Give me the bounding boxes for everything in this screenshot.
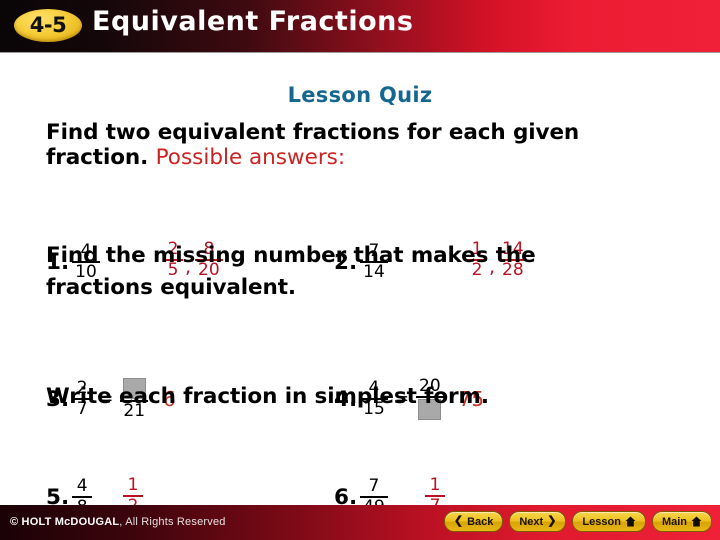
slide-content: Lesson Quiz Find two equivalent fraction… [0,53,720,516]
numerator: 7 [368,476,380,496]
lesson-home-button[interactable]: Lesson [572,511,646,532]
copyright-notice: © HOLT McDOUGAL, All Rights Reserved [10,516,226,528]
prompt-2-line-2: fractions equivalent. [46,275,296,300]
lesson-home-button-label: Lesson [582,515,621,528]
navigation-bar: ❮ Back Next ❯ Lesson Main [443,511,712,532]
home-icon [691,516,702,527]
back-button[interactable]: ❮ Back [443,511,504,532]
numerator: 4 [76,476,88,496]
chevron-right-icon: ❯ [547,515,557,527]
copyright-brand: © HOLT McDOUGAL [10,516,120,528]
numerator: 1 [429,475,441,495]
prompt-3: Write each fraction in simplest form. [46,384,489,409]
home-icon [625,516,636,527]
next-button-label: Next [519,515,544,528]
copyright-rest: , All Rights Reserved [119,516,226,528]
next-button[interactable]: Next ❯ [509,511,567,532]
main-home-button-label: Main [661,515,687,528]
back-button-label: Back [467,515,494,528]
lesson-number-text: 4-5 [29,13,67,37]
quiz-title: Lesson Quiz [287,83,433,107]
possible-answers-note: Possible answers: [155,145,346,170]
slide-footer: © HOLT McDOUGAL, All Rights Reserved ❮ B… [0,505,720,540]
prompt-1-line-1: Find two equivalent fractions for each g… [46,120,580,145]
slide-header: 4-5 Equivalent Fractions [0,0,720,53]
numerator: 1 [127,475,139,495]
prompt-2-line-1: Find the missing number that makes the [46,243,536,268]
prompt-1-line-2-text: fraction. [46,145,149,170]
chevron-left-icon: ❮ [453,515,464,527]
main-home-button[interactable]: Main [651,511,712,532]
prompt-1-line-2: fraction. Possible answers: [46,145,345,170]
page-title: Equivalent Fractions [92,6,414,37]
lesson-number-badge: 4-5 [14,9,82,42]
